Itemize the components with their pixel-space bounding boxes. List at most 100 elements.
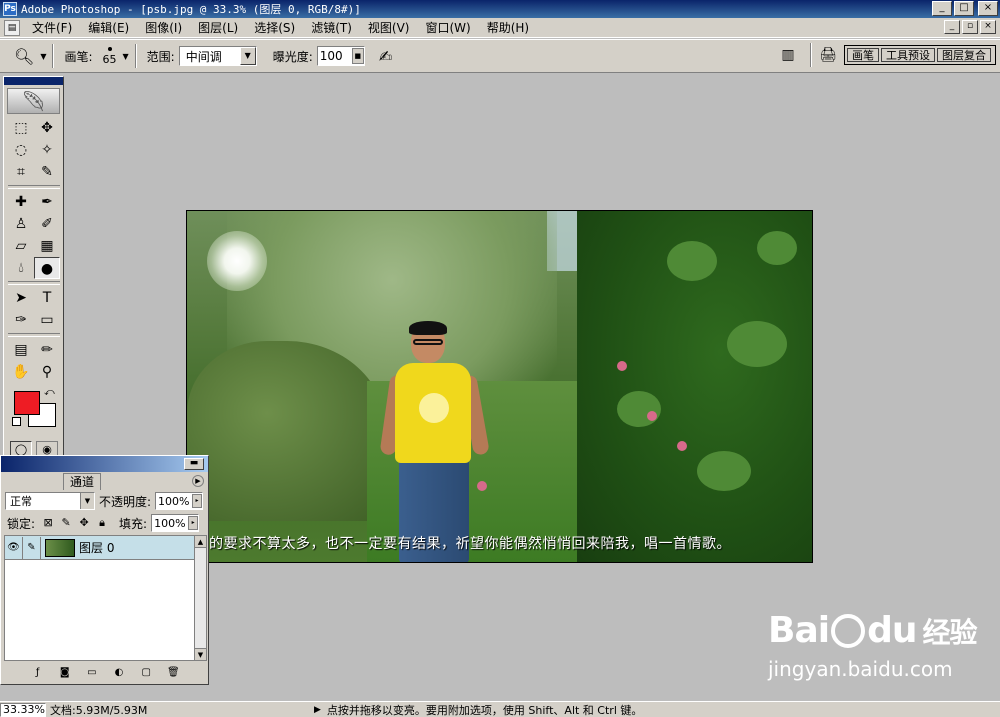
menu-filter[interactable]: 滤镜(T) [303,19,360,36]
menu-file[interactable]: 文件(F) [24,19,80,36]
new-group-icon[interactable]: ▭ [85,667,99,679]
lock-position-icon[interactable]: ✥ [77,516,91,530]
crop-tool-icon[interactable]: ⌗ [8,161,34,183]
play-icon[interactable]: ▶ [314,705,321,715]
opacity-value: 100% [158,494,190,508]
close-button[interactable]: × [978,1,998,16]
healing-brush-icon[interactable]: ✚ [8,191,34,213]
doc-close-button[interactable]: × [980,20,996,34]
leaf [727,321,787,367]
well-tab-tool-presets[interactable]: 工具预设 [881,48,935,62]
well-tab-brushes[interactable]: 画笔 [847,48,879,62]
eyedropper-icon[interactable]: ✏ [34,339,60,361]
move-tool-icon[interactable]: ✥ [34,117,60,139]
fill-input[interactable]: 100% ▸ [151,514,200,532]
brush-picker[interactable]: 65 [102,46,117,66]
separator [810,43,812,67]
slider-popup-icon[interactable]: ▸ [188,516,199,530]
menu-layer[interactable]: 图层(L) [190,19,246,36]
tool-preset-picker[interactable]: 🔍︎ ▼ [14,47,46,66]
trash-icon[interactable]: 🗑︎ [166,667,180,679]
tool-grid: ⬚ ✥ ◌ ✧ ⌗ ✎ ✚ ✒ ♙ ✐ ▱ ▦ 💧︎ ● ➤ T ✑ ▭ ▤ ✏… [4,117,63,383]
dodge-tool-icon[interactable]: ● [34,257,60,279]
doc-restore-button[interactable]: ▫ [962,20,978,34]
airbrush-icon[interactable]: ✍ [379,47,392,66]
eraser-tool-icon[interactable]: ▱ [8,235,34,257]
separator [52,44,55,68]
zoom-level-input[interactable]: 33.33% [0,702,46,717]
scrollbar[interactable]: ▲ ▼ [194,536,206,660]
new-layer-icon[interactable]: ▢ [139,667,153,679]
toggle-brushes-palette-icon[interactable]: ▥ [778,45,798,65]
scroll-down-icon[interactable]: ▼ [195,648,206,660]
swap-colors-icon[interactable]: ⤺ [44,387,55,398]
type-tool-icon[interactable]: T [34,287,60,309]
maximize-button[interactable]: □ [954,1,974,16]
file-browser-icon[interactable]: 🖨︎ [818,45,838,65]
menu-help[interactable]: 帮助(H) [479,19,537,36]
gradient-tool-icon[interactable]: ▦ [34,235,60,257]
flower [647,411,657,421]
logo-text-cn: 经验 [922,615,977,649]
adjustment-layer-icon[interactable]: ◐ [112,667,126,679]
brush-tool-icon[interactable]: ✒ [34,191,60,213]
layer-style-icon[interactable]: ƒ [31,667,45,679]
chevron-down-icon[interactable]: ▼ [123,52,129,61]
default-colors-icon[interactable] [12,417,21,426]
minimize-button[interactable]: ▬ [184,458,204,470]
menu-select[interactable]: 选择(S) [246,19,303,36]
status-hint: 点按并拖移以变亮。要用附加选项，使用 Shift、Alt 和 Ctrl 键。 [326,703,643,717]
doc-minimize-button[interactable]: _ [944,20,960,34]
chevron-down-icon: ▼ [40,51,47,61]
menu-edit[interactable]: 编辑(E) [80,19,137,36]
brush-icon[interactable]: ✎ [23,536,41,559]
layers-panel-title-bar[interactable]: ▬ [1,456,208,472]
hand-tool-icon[interactable]: ✋ [8,361,34,383]
range-select[interactable]: 中间调 ▼ [178,46,257,66]
image-canvas[interactable]: 的要求不算太多，也不一定要有结果，祈望你能偶然悄悄回来陪我，唱一首情歌。 [186,210,813,563]
exposure-input[interactable]: 100 ■ [316,46,365,66]
color-swatches: ⤺ [10,387,63,435]
window-controls: _ □ × [932,1,998,16]
document-size[interactable]: 文档:5.93M/5.93M [50,702,260,717]
blend-mode-select[interactable]: 正常 ▼ [5,492,95,510]
opacity-input[interactable]: 100% ▸ [155,492,204,510]
chevron-down-icon[interactable]: ▼ [80,493,94,509]
notes-tool-icon[interactable]: ▤ [8,339,34,361]
well-tab-layer-comps[interactable]: 图层复合 [937,48,991,62]
history-brush-icon[interactable]: ✐ [34,213,60,235]
chevron-down-icon[interactable]: ▼ [239,47,256,65]
lock-transparency-icon[interactable]: ⊠ [41,516,55,530]
lasso-tool-icon[interactable]: ◌ [8,139,34,161]
menu-view[interactable]: 视图(V) [360,19,418,36]
path-selection-icon[interactable]: ➤ [8,287,34,309]
menu-window[interactable]: 窗口(W) [417,19,478,36]
add-mask-icon[interactable]: ◙ [58,667,72,679]
brush-size: 65 [102,52,117,66]
layer-row[interactable]: 👁︎ ✎ 图层 0 [5,536,206,560]
foreground-color-swatch[interactable] [14,391,40,415]
opacity-label: 不透明度: [99,494,152,509]
lock-image-icon[interactable]: ✎ [59,516,73,530]
minimize-button[interactable]: _ [932,1,952,16]
scroll-up-icon[interactable]: ▲ [195,536,206,548]
menu-image[interactable]: 图像(I) [137,19,190,36]
slider-popup-icon[interactable]: ■ [351,48,364,64]
lock-all-icon[interactable]: 🔒︎ [95,516,109,530]
zoom-tool-icon[interactable]: ⚲ [34,361,60,383]
range-label: 范围: [146,49,175,64]
slider-popup-icon[interactable]: ▸ [192,494,203,508]
toolbox-title-bar[interactable] [4,77,63,85]
pen-tool-icon[interactable]: ✑ [8,309,34,331]
slice-tool-icon[interactable]: ✎ [34,161,60,183]
clone-stamp-icon[interactable]: ♙ [8,213,34,235]
marquee-tool-icon[interactable]: ⬚ [8,117,34,139]
eye-icon[interactable]: 👁︎ [5,536,23,559]
rectangle-tool-icon[interactable]: ▭ [34,309,60,331]
tab-channels[interactable]: 通道 [63,473,102,490]
feather-logo-icon[interactable]: 🪶︎ [7,88,60,114]
magic-wand-icon[interactable]: ✧ [34,139,60,161]
document-icon[interactable]: ▤ [4,19,20,36]
panel-menu-icon[interactable]: ▶ [192,475,204,487]
blur-tool-icon[interactable]: 💧︎ [8,257,34,279]
